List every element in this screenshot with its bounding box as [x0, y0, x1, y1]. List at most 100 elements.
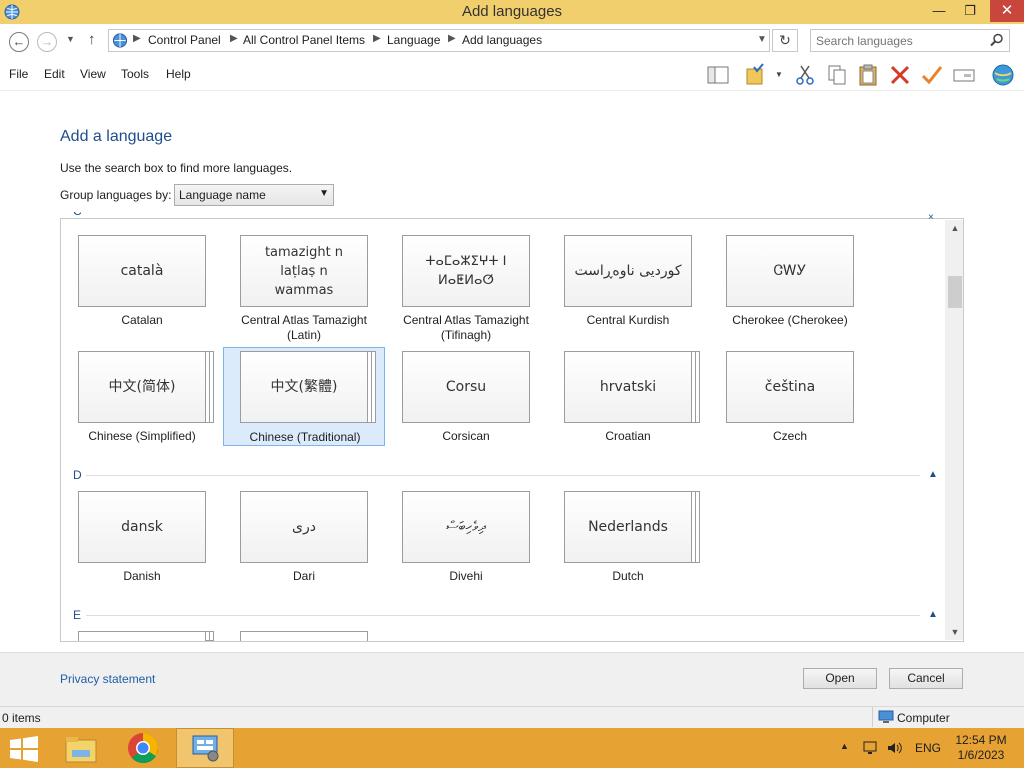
native-name: 中文(繁體) [270, 378, 338, 395]
folder-options-icon[interactable] [744, 63, 768, 87]
language-tile-croatian[interactable]: hrvatski Croatian [547, 351, 709, 447]
recent-pages-chevron-icon[interactable]: ▼ [66, 34, 75, 44]
group-letter-c: C [73, 212, 81, 218]
language-card: 中文(繁體) [240, 351, 368, 423]
page-title: Add a language [60, 128, 173, 145]
scroll-up-arrow-icon[interactable]: ▲ [948, 221, 962, 235]
paste-icon[interactable] [856, 63, 880, 87]
cancel-button[interactable]: Cancel [889, 668, 963, 689]
close-button[interactable]: ✕ [990, 0, 1024, 22]
globe-icon[interactable] [991, 63, 1015, 87]
language-tile-cherokee[interactable]: ᏣᎳᎩ Cherokee (Cherokee) [709, 235, 871, 331]
network-icon[interactable] [862, 740, 878, 756]
volume-icon[interactable] [886, 740, 902, 756]
native-name: ⵜⴰⵎⴰⵣⵉⵖⵜ ⵏ ⵍⴰⵟⵍⴰⵚ [425, 254, 507, 288]
language-tile-central-atlas-tamazight-tifinagh[interactable]: ⵜⴰⵎⴰⵣⵉⵖⵜ ⵏ ⵍⴰⵟⵍⴰⵚ Central Atlas Tamazigh… [385, 235, 547, 342]
language-tile-chinese-simplified[interactable]: 中文(简体) Chinese (Simplified) [61, 351, 223, 447]
checkmark-icon[interactable] [920, 63, 944, 87]
menu-edit[interactable]: Edit [44, 67, 65, 81]
organize-dropdown-chevron-icon[interactable]: ▼ [775, 70, 783, 79]
native-name: tamazight n laṭlaṣ n wammas [264, 244, 344, 298]
cut-icon[interactable] [793, 63, 817, 87]
up-arrow-icon[interactable]: ↑ [88, 31, 96, 48]
search-input[interactable] [810, 29, 1010, 52]
native-name: کوردیی ناوەڕاست [574, 262, 682, 279]
language-tile-catalan[interactable]: català Catalan [61, 235, 223, 331]
language-tile-partial[interactable] [240, 631, 368, 641]
control-panel-icon [192, 735, 219, 762]
language-tile-dari[interactable]: دری Dari [223, 491, 385, 587]
language-tile-divehi[interactable]: ދިވެހިބަސް Divehi [385, 491, 547, 587]
language-card: hrvatski [564, 351, 692, 423]
status-bar [0, 706, 1024, 729]
collapse-group-e-chevron-icon[interactable]: ▲ [928, 609, 938, 620]
group-divider [86, 475, 920, 476]
group-header-d: D [73, 468, 82, 482]
native-name: dansk [121, 518, 163, 535]
menu-help[interactable]: Help [166, 67, 191, 81]
language-name: Chinese (Simplified) [88, 429, 196, 443]
restore-button[interactable]: ❐ [955, 0, 985, 22]
breadcrumb-language[interactable]: Language [387, 33, 440, 47]
breadcrumb-separator-icon: ▶ [373, 33, 381, 44]
scroll-down-arrow-icon[interactable]: ▼ [948, 625, 962, 639]
scrollbar-thumb[interactable] [948, 276, 962, 308]
language-tile-czech[interactable]: čeština Czech [709, 351, 871, 447]
collapse-group-c-chevron-icon[interactable]: × [928, 212, 934, 219]
menu-tools[interactable]: Tools [121, 67, 149, 81]
language-tile-corsican[interactable]: Corsu Corsican [385, 351, 547, 447]
address-dropdown-chevron-icon[interactable]: ▼ [757, 34, 767, 45]
minimize-button[interactable]: — [924, 0, 954, 22]
status-divider [872, 707, 873, 727]
language-name: Dari [292, 569, 315, 583]
start-windows-icon[interactable] [10, 736, 38, 762]
native-name: 中文(简体) [108, 378, 176, 395]
chrome-icon[interactable] [127, 732, 159, 764]
chevron-down-icon: ▼ [319, 188, 329, 199]
properties-icon[interactable] [952, 63, 976, 87]
copy-icon[interactable] [825, 63, 849, 87]
language-card: català [78, 235, 206, 307]
show-hidden-icons-chevron-icon[interactable]: ▲ [840, 741, 849, 751]
language-name: Divehi [449, 569, 483, 583]
input-language-indicator[interactable]: ENG [915, 741, 941, 755]
group-by-label: Group languages by: [60, 188, 172, 202]
language-card: tamazight n laṭlaṣ n wammas [240, 235, 368, 307]
language-name: Central Atlas Tamazight (Tifinagh) [403, 313, 529, 342]
file-explorer-icon[interactable] [64, 734, 98, 764]
breadcrumb-control-panel[interactable]: Control Panel [148, 33, 221, 47]
native-name: čeština [764, 378, 816, 395]
privacy-statement-link[interactable]: Privacy statement [60, 672, 155, 686]
language-tile-danish[interactable]: dansk Danish [61, 491, 223, 587]
address-bar[interactable]: ▶ Control Panel ▶ All Control Panel Item… [108, 29, 770, 52]
language-card: ᏣᎳᎩ [726, 235, 854, 307]
search-hint: Use the search box to find more language… [60, 161, 293, 175]
taskbar-clock[interactable]: 12:54 PM 1/6/2023 [950, 733, 1012, 763]
delete-icon[interactable] [888, 63, 912, 87]
language-tile-partial[interactable] [78, 631, 206, 641]
menu-view[interactable]: View [80, 67, 106, 81]
native-name: Nederlands [588, 518, 668, 535]
breadcrumb-separator-icon: ▶ [448, 33, 456, 44]
language-name: Catalan [121, 313, 163, 327]
back-button[interactable]: ← [9, 32, 29, 52]
navigation-bar: ← → ▼ ↑ ▶ Control Panel ▶ All Control Pa… [0, 24, 1024, 58]
language-tile-chinese-traditional[interactable]: 中文(繁體) Chinese (Traditional) [223, 347, 385, 446]
taskbar-control-panel-button[interactable] [176, 728, 234, 768]
menu-file[interactable]: File [9, 67, 28, 81]
language-tile-central-atlas-tamazight-latin[interactable]: tamazight n laṭlaṣ n wammas Central Atla… [223, 235, 385, 342]
breadcrumb-add-languages[interactable]: Add languages [462, 33, 542, 47]
forward-button[interactable]: → [37, 32, 57, 52]
open-button[interactable]: Open [803, 668, 877, 689]
collapse-group-d-chevron-icon[interactable]: ▲ [928, 469, 938, 480]
refresh-button[interactable]: ↻ [772, 29, 798, 52]
layout-pane-icon[interactable] [706, 63, 730, 87]
breadcrumb-all-items[interactable]: All Control Panel Items [243, 33, 365, 47]
search-icon[interactable] [990, 33, 1004, 47]
group-by-select[interactable]: Language name ▼ [174, 184, 334, 206]
language-card: ⵜⴰⵎⴰⵣⵉⵖⵜ ⵏ ⵍⴰⵟⵍⴰⵚ [402, 235, 530, 307]
language-tile-dutch[interactable]: Nederlands Dutch [547, 491, 709, 587]
group-by-value: Language name [179, 188, 266, 202]
native-name: hrvatski [599, 378, 657, 395]
language-tile-central-kurdish[interactable]: کوردیی ناوەڕاست Central Kurdish [547, 235, 709, 331]
